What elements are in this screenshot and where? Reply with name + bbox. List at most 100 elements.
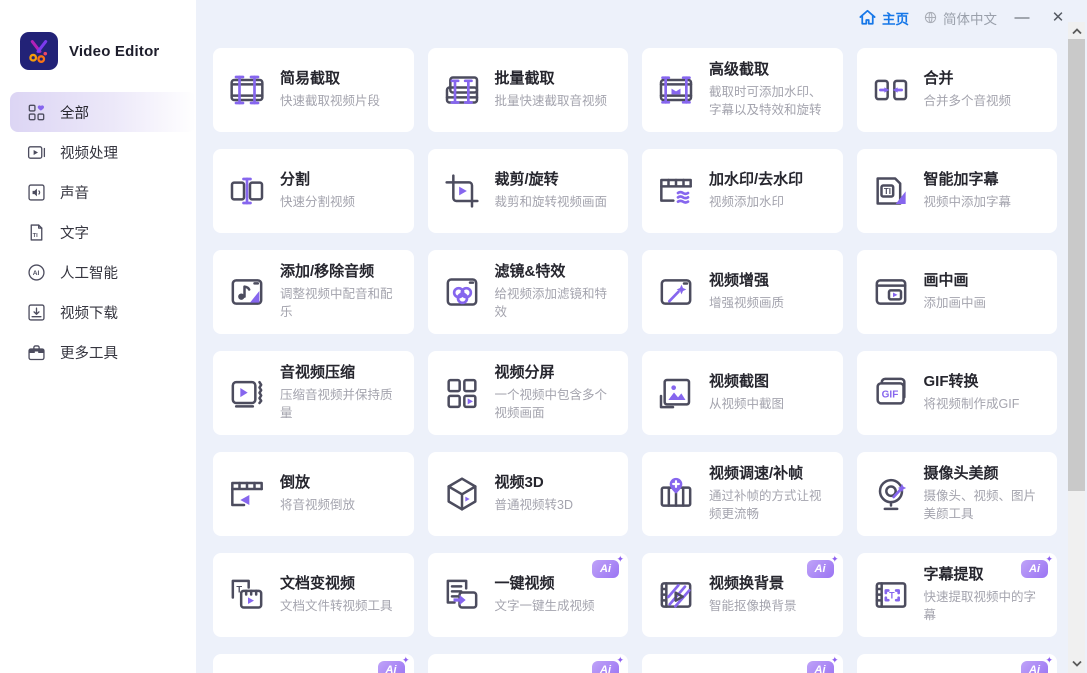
tool-card-description: 批量快速截取音视频 [494,93,608,108]
tool-card-icon [442,70,482,110]
scrollbar[interactable] [1068,22,1085,673]
tool-card-title: 一键视频 [494,575,555,593]
ai-badge: Ai ✦ [806,655,839,673]
tool-card-speed-interpolation[interactable]: 视频调速/补帧 通过补帧的方式让视频更流畅 [642,452,843,536]
sidebar-item-video-processing[interactable]: 视频处理 [10,132,196,172]
tool-card-icon [871,171,911,211]
tool-card-description: 快速分割视频 [280,194,356,209]
scrollbar-thumb[interactable] [1068,39,1085,491]
sidebar-item-label: 全部 [60,105,89,122]
minimize-button[interactable]: — [1011,8,1033,28]
tool-card-description: 给视频添加滤镜和特效 [494,286,608,319]
sidebar-item-label: 人工智能 [60,265,118,282]
tool-card-subtitle-extract[interactable]: 字幕提取 快速提取视频中的字幕 Ai ✦ [856,553,1057,637]
tool-card-icon [871,272,911,312]
tool-card-one-click-video[interactable]: 一键视频 文字一键生成视频 Ai ✦ [427,553,628,637]
tool-card-icon [871,575,911,615]
tool-card-reverse[interactable]: 倒放 将音视频倒放 [213,452,414,536]
scrollbar-down-arrow[interactable] [1068,656,1085,671]
tool-card-icon [227,272,267,312]
sidebar-item-video-download[interactable]: 视频下载 [10,292,196,332]
tool-card-partial-1[interactable]: Ai ✦ [213,654,414,673]
tool-card-partial-4[interactable]: Ai ✦ [856,654,1057,673]
tool-card-title: 视频截图 [709,373,770,391]
main-panel: 主页 简体中文 — ✕ 简易截取 快速截取视频片段 批量截取 批量快速截取音视频 [196,0,1087,673]
tool-card-video-bg-change[interactable]: 视频换背景 智能抠像换背景 Ai ✦ [642,553,843,637]
close-button[interactable]: ✕ [1047,8,1069,28]
tool-card-title: 视频调速/补帧 [709,465,804,482]
sidebar-item-all[interactable]: 全部 [10,92,196,132]
tool-card-description: 截取时可添加水印、字幕以及特效和旋转 [709,84,822,117]
tool-card-title: 音视频压缩 [280,364,356,381]
ai-badge: Ai ✦ [806,554,839,578]
tool-card-merge[interactable]: 合并 合并多个音视频 [856,48,1057,132]
tool-card-crop-rotate[interactable]: 裁剪/旋转 裁剪和旋转视频画面 [427,149,628,233]
tool-card-video-screenshot[interactable]: 视频截图 从视频中截图 [642,351,843,435]
tool-card-description: 普通视频转3D [494,497,573,512]
tool-card-title: 加水印/去水印 [709,171,804,189]
tool-card-filter-effects[interactable]: 滤镜&特效 给视频添加滤镜和特效 [427,250,628,334]
tool-card-title: GIF转换 [923,373,979,391]
ai-badge: Ai ✦ [592,655,624,673]
tool-card-title: 合并 [923,70,954,88]
tool-card-smart-subtitle[interactable]: 智能加字幕 视频中添加字幕 [856,149,1057,233]
app-title: Video Editor [69,42,160,60]
sidebar-item-icon [26,302,47,323]
sidebar-item-text[interactable]: 文字 [10,212,196,252]
ai-badge: Ai ✦ [592,554,624,578]
sidebar-item-icon [26,142,47,163]
tool-card-doc-to-video[interactable]: 文档变视频 文档文件转视频工具 [213,553,414,637]
tool-card-icon [227,474,267,514]
tool-card-title: 视频增强 [709,272,770,290]
tool-card-advanced-trim[interactable]: 高级截取 截取时可添加水印、字幕以及特效和旋转 [642,48,843,132]
tool-card-batch-trim[interactable]: 批量截取 批量快速截取音视频 [427,48,628,132]
tool-card-description: 快速提取视频中的字幕 [923,589,1037,622]
tool-card-icon [656,171,696,211]
home-button[interactable]: 主页 [857,7,909,28]
tool-card-audio-add-remove[interactable]: 添加/移除音频 调整视频中配音和配乐 [213,250,414,334]
app-logo-icon [20,32,58,70]
sidebar-item-label: 视频处理 [60,145,118,162]
tool-card-title: 视频3D [494,474,544,492]
sparkle-icon: ✦ [616,554,624,564]
language-button[interactable]: 简体中文 [923,8,997,28]
app-window: Video Editor 全部 视频处理 声音 文字 人工智能 视频下载 更多工… [0,0,1087,673]
tool-card-description: 一个视频中包含多个视频画面 [494,387,608,420]
tool-card-description: 文字一键生成视频 [494,598,595,613]
tool-card-icon [871,70,911,110]
tool-card-title: 智能加字幕 [923,171,999,189]
sparkle-icon: ✦ [1045,655,1053,665]
tool-card-webcam-beauty[interactable]: 摄像头美颜 摄像头、视频、图片美颜工具 [856,452,1057,536]
tool-card-pip[interactable]: 画中画 添加画中画 [856,250,1057,334]
tool-card-icon [227,373,267,413]
tool-card-icon [656,70,696,110]
tool-card-title: 滤镜&特效 [494,263,566,280]
tool-card-easy-trim[interactable]: 简易截取 快速截取视频片段 [213,48,414,132]
tool-card-gif-convert[interactable]: GIF转换 将视频制作成GIF [856,351,1057,435]
globe-icon [923,10,938,25]
tool-card-description: 从视频中截图 [709,396,785,411]
tool-card-icon [227,70,267,110]
tool-card-description: 通过补帧的方式让视频更流畅 [709,488,822,521]
tool-card-description: 视频添加水印 [709,194,785,209]
tool-card-partial-3[interactable]: Ai ✦ [642,654,843,673]
tool-card-icon [656,474,696,514]
tool-card-split-screen[interactable]: 视频分屏 一个视频中包含多个视频画面 [427,351,628,435]
sidebar-item-sound[interactable]: 声音 [10,172,196,212]
tool-card-title: 视频分屏 [494,364,555,381]
tool-card-av-compress[interactable]: 音视频压缩 压缩音视频并保持质量 [213,351,414,435]
tool-card-title: 文档变视频 [280,575,356,593]
tool-card-video-enhance[interactable]: 视频增强 增强视频画质 [642,250,843,334]
tool-card-video-3d[interactable]: 视频3D 普通视频转3D [427,452,628,536]
sidebar-item-more-tools[interactable]: 更多工具 [10,332,196,372]
sparkle-icon: ✦ [1045,554,1053,564]
tool-card-icon [442,474,482,514]
scrollbar-up-arrow[interactable] [1068,24,1085,39]
tool-card-split[interactable]: 分割 快速分割视频 [213,149,414,233]
tool-card-icon [656,272,696,312]
tool-card-watermark[interactable]: 加水印/去水印 视频添加水印 [642,149,843,233]
tool-card-icon [227,575,267,615]
sidebar-item-ai[interactable]: 人工智能 [10,252,196,292]
tool-card-description: 智能抠像换背景 [709,598,797,613]
tool-card-partial-2[interactable]: Ai ✦ [427,654,628,673]
